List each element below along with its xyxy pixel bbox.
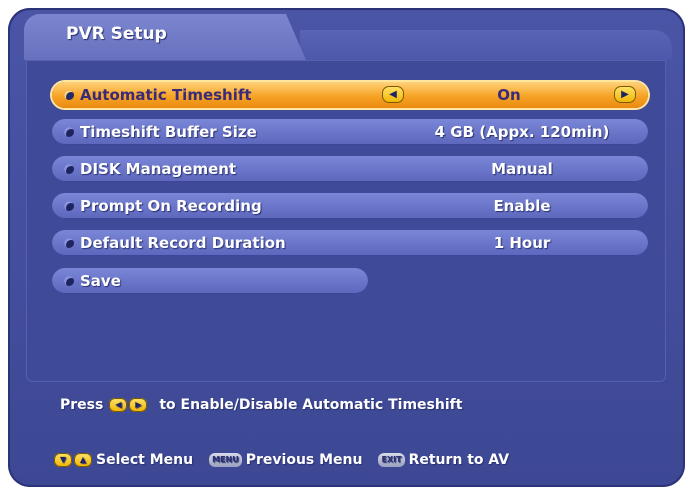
bullet-icon <box>64 238 74 248</box>
menu-item-value: Enable <box>493 197 551 215</box>
save-button[interactable]: Save <box>52 268 368 294</box>
menu-panel <box>26 60 666 382</box>
help-press-label: Press <box>60 397 104 413</box>
footer-hints: ▼ ▲ Select Menu MENU Previous Menu EXIT … <box>54 452 509 468</box>
save-label: Save <box>80 272 121 290</box>
exit-key-icon: EXIT <box>378 453 405 467</box>
menu-item-automatic-timeshift[interactable]: Automatic Timeshift ◀ On ▶ <box>52 82 648 108</box>
bullet-icon <box>64 127 74 137</box>
menu-key-icon: MENU <box>209 453 242 467</box>
header-band <box>300 30 672 60</box>
menu-item-value: 1 Hour <box>493 234 551 252</box>
bullet-icon <box>64 201 74 211</box>
return-to-av-hint: Return to AV <box>408 452 510 468</box>
bullet-icon <box>64 164 74 174</box>
select-menu-hint: Select Menu <box>96 452 194 468</box>
menu-item-value: Manual <box>491 160 553 178</box>
page-title: PVR Setup <box>66 24 167 44</box>
menu-item-timeshift-buffer-size[interactable]: Timeshift Buffer Size 4 GB (Appx. 120min… <box>52 119 648 145</box>
bullet-icon <box>64 90 74 100</box>
menu-item-label: Default Record Duration <box>80 234 286 252</box>
previous-menu-hint: Previous Menu <box>245 452 363 468</box>
menu-item-label: DISK Management <box>80 160 237 178</box>
menu-item-label: Prompt On Recording <box>80 197 262 215</box>
left-arrow-key-icon[interactable]: ◀ <box>382 86 404 103</box>
help-text: Press ◀ ▶ to Enable/Disable Automatic Ti… <box>60 397 462 413</box>
menu-item-label: Timeshift Buffer Size <box>80 123 257 141</box>
right-arrow-key-icon[interactable]: ▶ <box>614 86 636 103</box>
down-arrow-key-icon: ▼ <box>54 453 72 467</box>
right-arrow-key-icon: ▶ <box>129 398 148 412</box>
menu-item-prompt-on-recording[interactable]: Prompt On Recording Enable <box>52 193 648 219</box>
help-description: to Enable/Disable Automatic Timeshift <box>159 397 463 413</box>
bullet-icon <box>64 276 74 286</box>
left-arrow-key-icon: ◀ <box>109 398 128 412</box>
menu-item-value: On <box>497 86 521 104</box>
menu-item-label: Automatic Timeshift <box>80 86 252 104</box>
up-arrow-key-icon: ▲ <box>74 453 92 467</box>
menu-item-default-record-duration[interactable]: Default Record Duration 1 Hour <box>52 230 648 256</box>
menu-item-value: 4 GB (Appx. 120min) <box>434 123 610 141</box>
menu-item-disk-management[interactable]: DISK Management Manual <box>52 156 648 182</box>
